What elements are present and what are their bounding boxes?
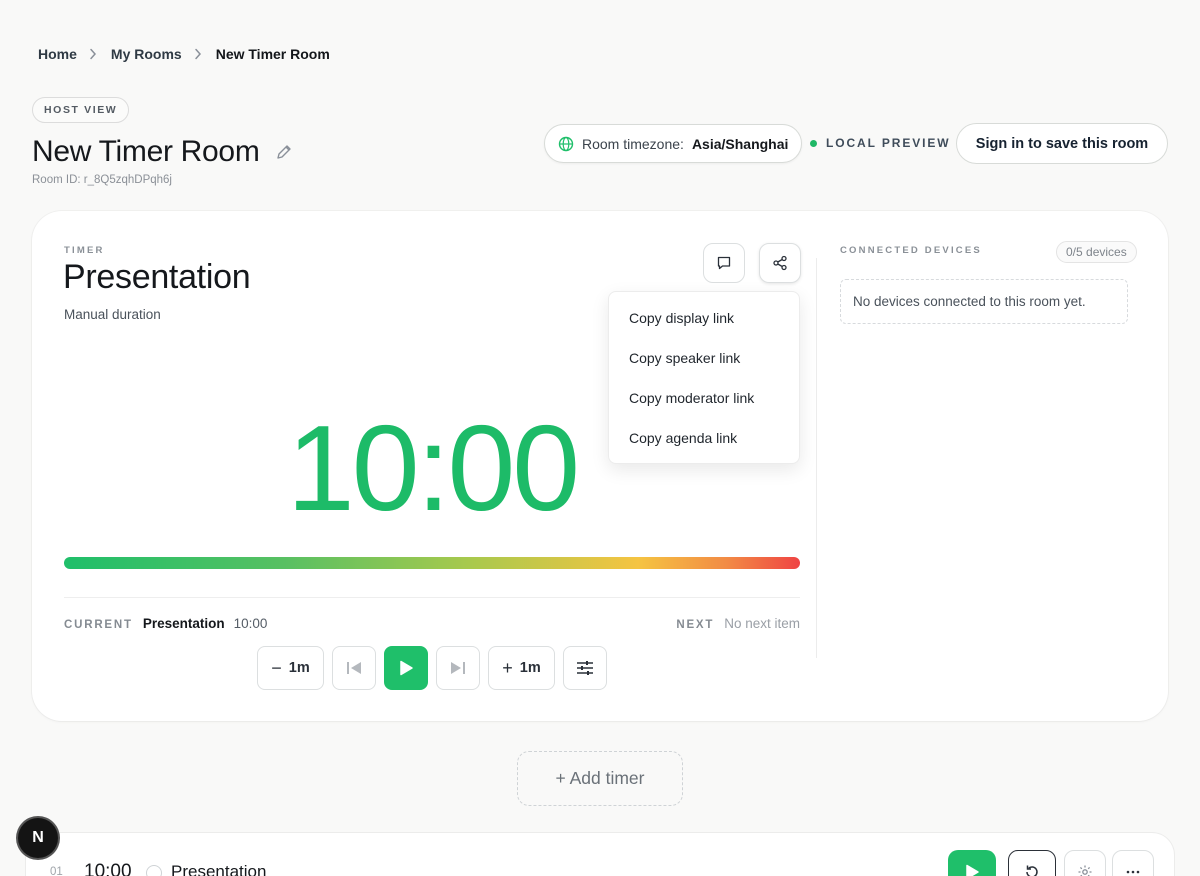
message-button[interactable] — [703, 243, 745, 283]
devices-section-label: CONNECTED DEVICES — [840, 245, 982, 256]
more-icon — [1125, 869, 1141, 875]
plus-one-minute-button[interactable]: + 1m — [488, 646, 555, 690]
minus-icon: − — [271, 658, 282, 678]
timer-title: Presentation — [63, 258, 251, 296]
divider — [64, 597, 800, 598]
timer-subtitle: Manual duration — [64, 307, 161, 322]
next-value: No next item — [724, 616, 800, 631]
status-dot — [810, 139, 817, 147]
reset-icon — [1023, 863, 1041, 876]
next-item-info: NEXT No next item — [672, 616, 800, 631]
globe-icon — [558, 136, 574, 152]
timer-section-label: TIMER — [64, 245, 105, 256]
list-item-settings-button[interactable] — [1064, 850, 1106, 876]
minus-one-minute-button[interactable]: − 1m — [257, 646, 324, 690]
menu-item-copy-agenda-link[interactable]: Copy agenda link — [609, 418, 799, 458]
gear-icon — [1077, 864, 1093, 876]
room-title: New Timer Room — [32, 135, 260, 168]
adjust-button[interactable] — [563, 646, 607, 690]
room-id: Room ID: r_8Q5zqhDPqh6j — [32, 174, 172, 186]
timezone-label: Room timezone: — [582, 135, 684, 152]
list-item-play-button[interactable] — [948, 850, 996, 876]
menu-item-copy-moderator-link[interactable]: Copy moderator link — [609, 378, 799, 418]
progress-bar — [64, 557, 800, 569]
share-icon — [772, 255, 788, 271]
share-button[interactable] — [759, 243, 801, 283]
add-timer-button[interactable]: + Add timer — [517, 751, 683, 806]
list-item-time: 10:00 — [84, 861, 132, 876]
dev-tools-badge[interactable]: N — [18, 818, 58, 858]
timezone-selector[interactable]: Room timezone: Asia/Shanghai — [544, 124, 802, 163]
pencil-icon[interactable] — [275, 143, 293, 161]
sliders-icon — [576, 660, 594, 676]
host-view-badge: HOST VIEW — [32, 97, 130, 123]
message-icon — [716, 255, 732, 271]
next-button[interactable] — [436, 646, 480, 690]
plus-icon: + — [502, 658, 513, 678]
play-button[interactable] — [384, 646, 428, 690]
current-time: 10:00 — [233, 616, 268, 631]
skip-back-icon — [345, 660, 363, 676]
next-label: NEXT — [676, 619, 715, 631]
share-menu: Copy display link Copy speaker link Copy… — [608, 291, 800, 464]
devices-empty-state: No devices connected to this room yet. — [840, 279, 1128, 324]
play-icon — [397, 659, 415, 677]
plus-label: 1m — [519, 660, 541, 676]
list-item-reset-button[interactable] — [1008, 850, 1056, 876]
divider — [816, 258, 817, 658]
current-name: Presentation — [142, 616, 225, 631]
previous-button[interactable] — [332, 646, 376, 690]
breadcrumb-rooms-link[interactable]: My Rooms — [111, 46, 182, 62]
chevron-right-icon — [194, 48, 202, 60]
list-item-status-circle — [146, 865, 162, 876]
devices-count-badge: 0/5 devices — [1056, 241, 1137, 263]
breadcrumb: Home My Rooms New Timer Room — [38, 44, 330, 64]
breadcrumb-home-link[interactable]: Home — [38, 46, 77, 62]
local-preview-label: LOCAL PREVIEW — [826, 136, 951, 150]
chevron-right-icon — [89, 48, 97, 60]
timezone-value: Asia/Shanghai — [691, 135, 789, 152]
local-preview-indicator: LOCAL PREVIEW — [810, 136, 951, 150]
list-item-name: Presentation — [171, 862, 267, 876]
current-item-info: CURRENT Presentation 10:00 — [64, 616, 267, 631]
skip-forward-icon — [449, 660, 467, 676]
play-icon — [963, 863, 981, 876]
breadcrumb-current: New Timer Room — [215, 46, 330, 62]
list-item-more-button[interactable] — [1112, 850, 1154, 876]
list-item-index: 01 — [50, 866, 63, 876]
menu-item-copy-display-link[interactable]: Copy display link — [609, 298, 799, 338]
menu-item-copy-speaker-link[interactable]: Copy speaker link — [609, 338, 799, 378]
current-label: CURRENT — [64, 619, 133, 631]
sign-in-button[interactable]: Sign in to save this room — [956, 123, 1168, 164]
minus-label: 1m — [288, 660, 310, 676]
